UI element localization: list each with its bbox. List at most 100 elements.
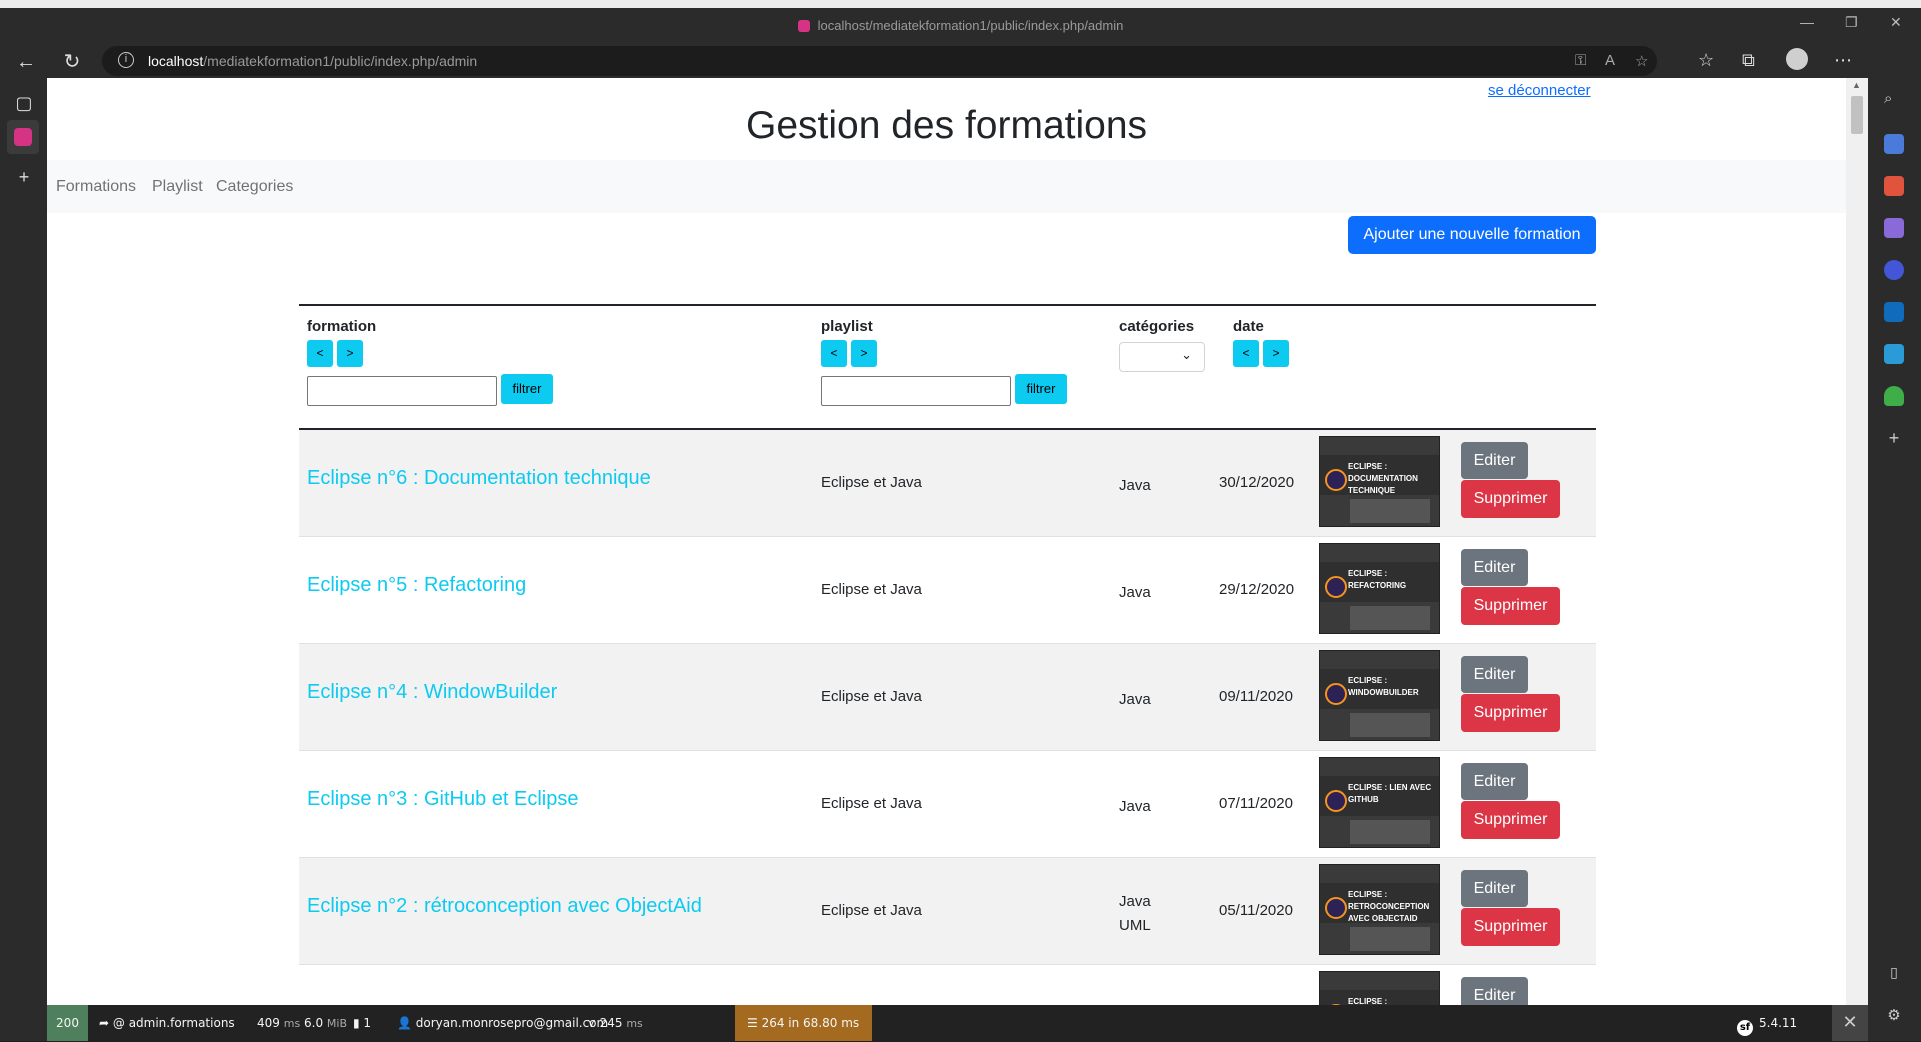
sort-date-asc-button[interactable]: < (1233, 340, 1259, 367)
edit-button[interactable]: Editer (1461, 549, 1528, 586)
games-icon[interactable] (1884, 218, 1904, 238)
more-menu-icon[interactable]: ⋯ (1834, 50, 1852, 71)
minimize-icon[interactable]: — (1800, 14, 1814, 30)
new-tab-icon[interactable]: + (13, 166, 35, 188)
forms-item[interactable]: ▮ 1 (353, 1005, 371, 1041)
add-favorite-icon[interactable]: ☆ (1635, 52, 1648, 70)
active-tab-favicon-icon (14, 128, 32, 146)
header-formation: formation (307, 318, 377, 335)
route-item[interactable]: ➦ @ admin.formations (99, 1005, 235, 1041)
edit-button[interactable]: Editer (1461, 442, 1528, 479)
eclipse-logo-icon (1325, 683, 1347, 705)
route-icon: ➦ (99, 1016, 113, 1030)
search-icon[interactable]: ⌕ (1884, 90, 1904, 110)
playlist-filter-button[interactable]: filtrer (1015, 374, 1067, 404)
maximize-icon[interactable]: ❐ (1845, 14, 1858, 31)
header-date: date (1233, 318, 1264, 335)
date-cell: 07/11/2020 (1219, 795, 1293, 812)
eclipse-logo-icon (1325, 897, 1347, 919)
favorites-icon[interactable]: ☆ (1698, 50, 1714, 71)
back-icon[interactable]: ← (14, 50, 38, 74)
playlist-cell: Eclipse et Java (821, 795, 922, 812)
formation-title-link[interactable]: Eclipse n°6 : Documentation technique (307, 467, 651, 490)
categories-cell: Java (1119, 581, 1151, 605)
close-toolbar-icon[interactable]: ✕ (1832, 1005, 1868, 1041)
nav-playlist[interactable]: Playlist (152, 178, 203, 196)
playlist-cell: Eclipse et Java (821, 474, 922, 491)
edit-button[interactable]: Editer (1461, 977, 1528, 1005)
scrollbar-thumb[interactable] (1851, 96, 1863, 134)
key-icon[interactable]: ⚿ (1575, 52, 1586, 69)
edit-button[interactable]: Editer (1461, 656, 1528, 693)
sort-formation-asc-button[interactable]: < (307, 340, 333, 367)
categories-cell: Java (1119, 795, 1151, 819)
settings-gear-icon[interactable]: ⚙ (1884, 1006, 1904, 1026)
telegram-icon[interactable] (1884, 344, 1904, 364)
date-cell: 30/12/2020 (1219, 474, 1295, 491)
collections-icon[interactable]: ⧉ (1742, 50, 1755, 71)
nav-categories[interactable]: Categories (216, 178, 293, 196)
read-aloud-icon[interactable]: A (1605, 52, 1615, 69)
add-formation-button[interactable]: Ajouter une nouvelle formation (1348, 216, 1596, 254)
microsoft-365-icon[interactable] (1884, 260, 1904, 280)
scroll-up-icon[interactable]: ▲ (1852, 80, 1861, 90)
address-bar[interactable]: i localhost/mediatekformation1/public/in… (102, 46, 1657, 76)
edit-button[interactable]: Editer (1461, 870, 1528, 907)
formation-title-link[interactable]: Eclipse n°3 : GitHub et Eclipse (307, 788, 578, 811)
categories-cell: Java (1119, 688, 1151, 712)
formation-title-link[interactable]: Eclipse n°4 : WindowBuilder (307, 681, 557, 704)
time-item[interactable]: 409 ms (257, 1005, 300, 1041)
edit-button[interactable]: Editer (1461, 763, 1528, 800)
playlist-filter-input[interactable] (821, 376, 1011, 406)
sort-playlist-asc-button[interactable]: < (821, 340, 847, 367)
tab-actions-icon[interactable]: ▢ (13, 92, 35, 114)
sort-playlist-desc-button[interactable]: > (851, 340, 877, 367)
twig-icon: ⋎ (587, 1016, 600, 1030)
formation-filter-button[interactable]: filtrer (501, 374, 553, 404)
status-code-badge[interactable]: 200 (47, 1005, 88, 1041)
nav-formations[interactable]: Formations (56, 178, 136, 196)
formation-title-link[interactable]: Eclipse n°2 : rétroconception avec Objec… (307, 895, 702, 918)
reload-icon[interactable]: ↻ (60, 50, 84, 74)
window-title: localhost/mediatekformation1/public/inde… (0, 18, 1921, 33)
tools-icon[interactable] (1884, 176, 1904, 196)
hide-sidebar-icon[interactable]: ▯ (1884, 964, 1904, 984)
profile-avatar[interactable] (1786, 48, 1808, 70)
category-label: Java (1119, 893, 1151, 910)
memory-item[interactable]: 6.0 MiB (304, 1005, 347, 1041)
delete-button[interactable]: Supprimer (1461, 801, 1560, 839)
logout-link[interactable]: se déconnecter (1488, 82, 1591, 99)
page-scrollbar[interactable]: ▲ (1846, 78, 1868, 1005)
formation-title-link[interactable]: Eclipse n°5 : Refactoring (307, 574, 526, 597)
thumbnail-screenshot (1350, 713, 1430, 737)
sort-formation-desc-button[interactable]: > (337, 340, 363, 367)
delete-button[interactable]: Supprimer (1461, 694, 1560, 732)
add-sidebar-app-icon[interactable]: + (1884, 428, 1904, 448)
close-window-icon[interactable]: ✕ (1890, 14, 1902, 31)
delete-button[interactable]: Supprimer (1461, 480, 1560, 518)
symfony-version-item[interactable]: sf 5.4.11 (1737, 1005, 1797, 1041)
sort-date-desc-button[interactable]: > (1263, 340, 1289, 367)
category-select[interactable]: ⌄ (1119, 342, 1205, 372)
thumbnail-screenshot (1350, 499, 1430, 523)
database-item[interactable]: ☰ 264 in 68.80 ms (735, 1005, 872, 1041)
formations-table: formation < > filtrer playlist < > filtr… (299, 304, 1596, 1005)
categories-cell: Java UML (1119, 890, 1151, 938)
category-label: Java (1119, 477, 1151, 494)
table-body: Eclipse n°6 : Documentation technique Ec… (299, 430, 1596, 1005)
delete-button[interactable]: Supprimer (1461, 908, 1560, 946)
chevron-down-icon: ⌄ (1181, 347, 1192, 362)
outlook-icon[interactable] (1884, 302, 1904, 322)
playlist-cell: Eclipse et Java (821, 902, 922, 919)
site-info-icon[interactable]: i (118, 52, 134, 68)
shopping-icon[interactable] (1884, 134, 1904, 154)
render-time-item[interactable]: ⋎ 245 ms (587, 1005, 643, 1041)
table-row: Eclipse n°4 : WindowBuilder Eclipse et J… (299, 644, 1596, 751)
user-item[interactable]: 👤 doryan.monrosepro@gmail.com (397, 1005, 608, 1041)
edge-sidebar: ⌕ + ▯ ⚙ (1868, 46, 1921, 1041)
thumbnail-caption: ECLIPSE : LIEN AVEC GITHUB (1348, 783, 1432, 804)
tree-icon[interactable] (1884, 386, 1904, 406)
table-row: Eclipse n°2 : rétroconception avec Objec… (299, 858, 1596, 965)
delete-button[interactable]: Supprimer (1461, 587, 1560, 625)
formation-filter-input[interactable] (307, 376, 497, 406)
